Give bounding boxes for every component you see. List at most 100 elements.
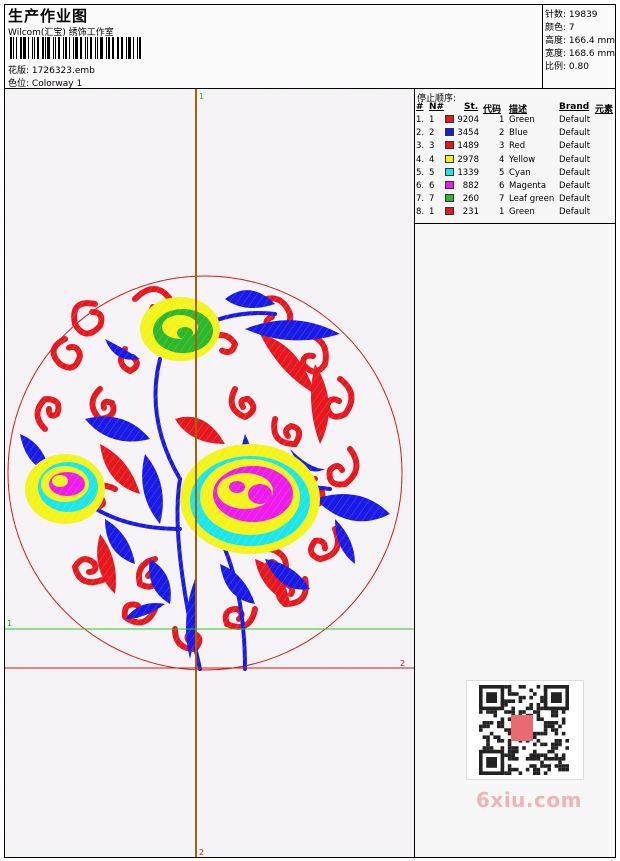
qr-module (500, 721, 505, 725)
qr-module (504, 753, 508, 757)
row-stitches: 1489 (457, 141, 479, 152)
qr-module (486, 724, 490, 729)
colorway-value: Colorway 1 (31, 79, 83, 89)
qr-module (558, 742, 562, 747)
qr-module (507, 767, 512, 772)
qr-module (554, 728, 559, 732)
barcode (10, 37, 143, 59)
barcode-bar (58, 37, 61, 59)
qr-module (500, 717, 505, 721)
barcode-bar (133, 37, 135, 59)
qr-module (551, 721, 555, 725)
barcode-bar (55, 37, 57, 59)
qr-module (551, 757, 555, 761)
qr-module (561, 731, 566, 736)
qr-module (507, 749, 512, 754)
qr-module (486, 742, 490, 747)
barcode-bar (96, 37, 98, 59)
qr-module (497, 724, 501, 729)
barcode-bar (107, 37, 110, 59)
qr-module (547, 724, 551, 729)
row-needle: 5 (429, 167, 435, 178)
row-stitches: 3454 (457, 128, 479, 139)
qr-module (540, 760, 544, 765)
barcode-bar (116, 37, 118, 59)
qr-module (554, 742, 559, 747)
qr-module (533, 767, 537, 772)
qr-module (489, 731, 494, 736)
qr-module (558, 767, 562, 772)
barcode-bar (19, 37, 22, 59)
stop-sequence-row[interactable]: 3. 3 1489 3 Red Default (415, 140, 615, 153)
row-code: 6 (499, 181, 505, 191)
barcode-bar (99, 37, 103, 59)
barcode-bar (53, 37, 55, 59)
qr-module (525, 757, 530, 761)
barcode-bar (75, 37, 78, 59)
stop-sequence-row[interactable]: 8. 1 231 1 Green Default (415, 206, 615, 219)
stop-sequence-row[interactable]: 2. 2 3454 2 Blue Default (415, 127, 615, 140)
qr-module (522, 746, 526, 750)
qr-module (493, 713, 497, 718)
qr-module (533, 731, 537, 736)
qr-module (547, 757, 551, 761)
barcode-bar (41, 37, 44, 59)
qr-module (518, 710, 523, 714)
col-header-stitches: St. (464, 102, 479, 112)
qr-module (500, 724, 505, 729)
qr-module (529, 688, 533, 693)
qr-module (540, 717, 544, 721)
qr-module (533, 710, 537, 714)
barcode-bar (139, 37, 142, 59)
red-guide-label: 2 (400, 659, 405, 668)
qr-module (540, 699, 544, 703)
qr-module (507, 717, 512, 721)
stop-sequence-row[interactable]: 7. 7 260 7 Leaf green Default (415, 193, 615, 206)
stop-sequence-row[interactable]: 5. 5 1339 5 Cyan Default (415, 167, 615, 180)
qr-module (515, 692, 519, 696)
row-index: 2. (416, 128, 425, 139)
col-header-needle: N# (429, 102, 445, 112)
qr-module (479, 728, 483, 732)
qr-module (522, 710, 526, 714)
row-needle: 2 (429, 128, 435, 139)
barcode-bar (12, 37, 14, 59)
barcode-bar (36, 37, 39, 59)
stop-sequence-row[interactable]: 1. 1 9204 1 Green Default (415, 114, 615, 127)
qr-module (536, 757, 541, 761)
col-header-index: # (416, 102, 424, 112)
qr-module (543, 731, 548, 736)
vertical-guide-bottom-label: 2 (199, 848, 204, 857)
qr-module (533, 757, 537, 761)
qr-module (543, 721, 548, 725)
barcode-bar (15, 37, 17, 59)
qr-module (554, 764, 559, 768)
qr-module (543, 764, 548, 768)
stop-sequence-row[interactable]: 6. 6 882 6 Magenta Default (415, 180, 615, 193)
stop-sequence-row[interactable]: 4. 4 2978 4 Yellow Default (415, 154, 615, 167)
qr-module (540, 695, 544, 700)
barcode-bar (137, 37, 139, 59)
row-brand: Default (559, 141, 591, 152)
row-description: Magenta (509, 181, 547, 191)
qr-module (551, 742, 555, 747)
qr-module (536, 685, 541, 689)
qr-module (497, 739, 501, 743)
qr-module (507, 739, 512, 743)
row-description: Red (509, 141, 526, 152)
row-index: 5. (416, 167, 425, 178)
qr-module (493, 735, 497, 739)
qr-module (536, 706, 541, 711)
row-brand: Default (559, 207, 591, 218)
qr-module (507, 688, 512, 693)
qr-module (489, 721, 494, 725)
row-stitches: 9204 (457, 115, 479, 125)
barcode-bar (86, 37, 88, 59)
row-needle: 1 (429, 115, 435, 125)
qr-module (547, 767, 551, 772)
design-canvas[interactable]: 1 2 1 2 (5, 89, 415, 857)
qr-module (561, 753, 566, 757)
colorway-label: 色位: (8, 79, 30, 89)
qr-module (511, 753, 515, 757)
qr-module (543, 753, 548, 757)
